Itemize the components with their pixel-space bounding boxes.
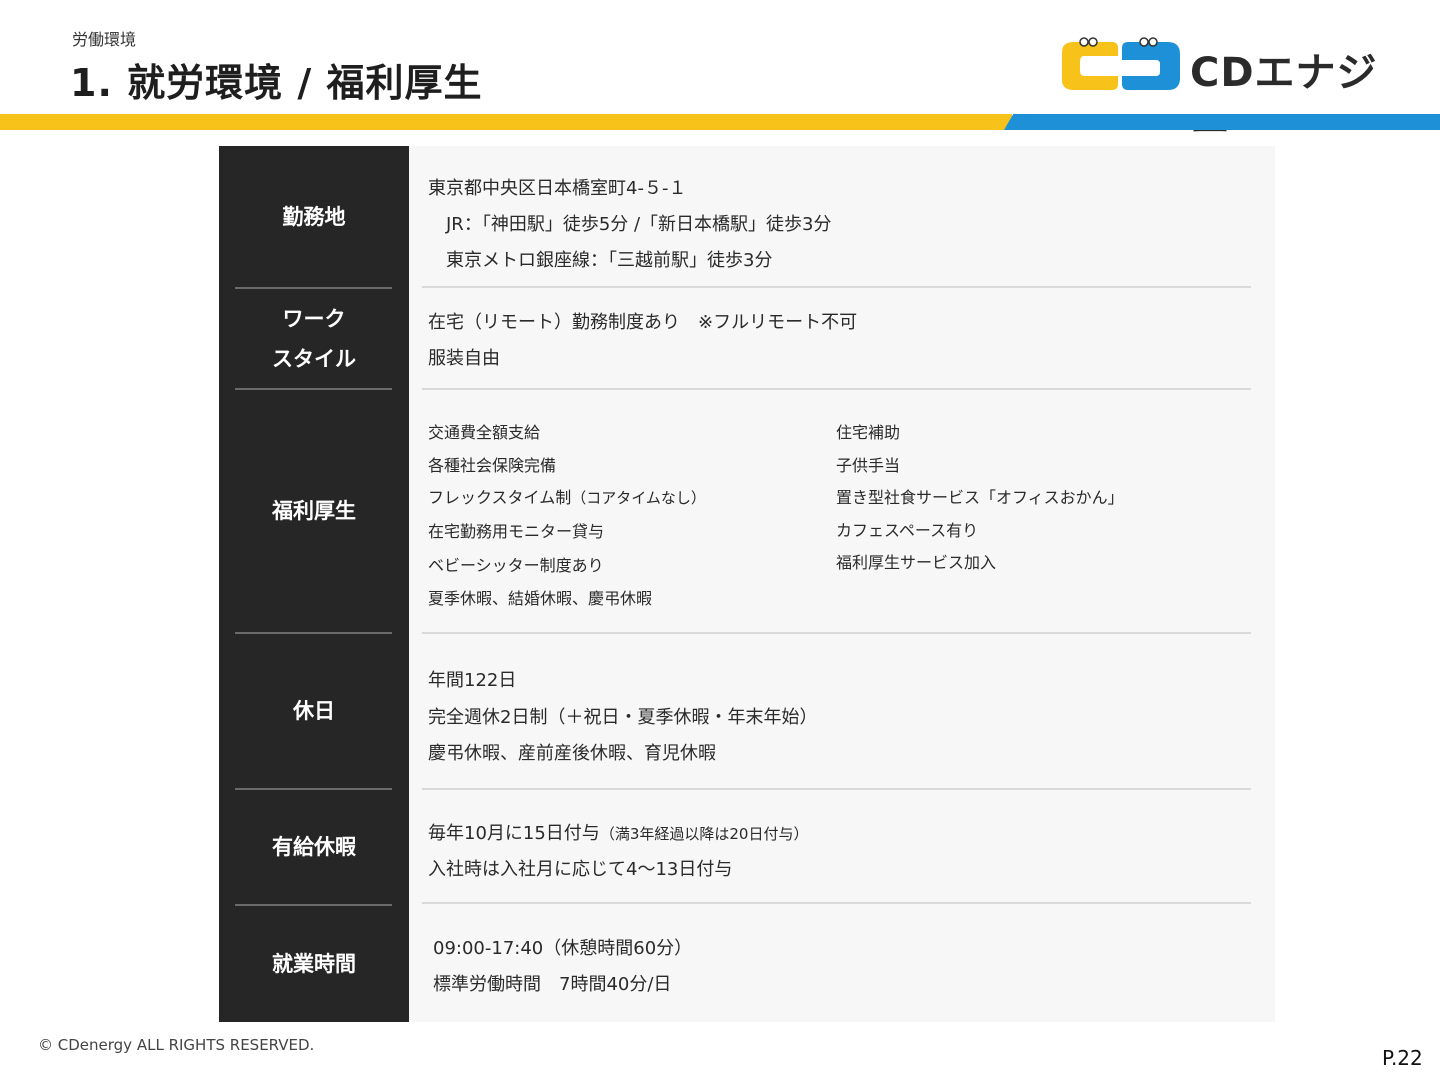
row-divider bbox=[422, 632, 1251, 634]
section-label: 労働環境 bbox=[72, 30, 137, 49]
benefit-item-flex: フレックスタイム制（コアタイムなし） bbox=[428, 484, 706, 508]
paid-leave-entry: 入社時は入社月に応じて4〜13日付与 bbox=[428, 859, 733, 880]
benefit-item: 置き型社食サービス「オフィスおかん」 bbox=[836, 488, 1124, 507]
logo-mark-icon bbox=[1062, 37, 1180, 90]
working-hours-standard: 標準労働時間 7時間40分/日 bbox=[433, 974, 672, 995]
row-divider bbox=[422, 902, 1251, 904]
location-jr: JR：「神田駅」徒歩5分 /「新日本橋駅」徒歩3分 bbox=[428, 214, 832, 235]
info-table: 勤務地 東京都中央区日本橋室町4-５-１ JR：「神田駅」徒歩5分 /「新日本橋… bbox=[219, 146, 1275, 1022]
row-label-working-hours: 就業時間 bbox=[219, 906, 409, 1022]
holidays-special: 慶弔休暇、産前産後休暇、育児休暇 bbox=[428, 743, 716, 764]
copyright: © CDenergy ALL RIGHTS RESERVED. bbox=[38, 1036, 315, 1054]
benefit-item: 子供手当 bbox=[836, 456, 901, 475]
holidays-weekly: 完全週休2日制（＋祝日・夏季休暇・年末年始） bbox=[428, 707, 818, 728]
row-divider bbox=[422, 388, 1251, 390]
paid-leave-note: （満3年経過以降は20日付与） bbox=[599, 825, 809, 843]
benefit-item: 各種社会保険完備 bbox=[428, 456, 557, 475]
row-label-text: スタイル bbox=[272, 347, 356, 371]
row-label-holidays: 休日 bbox=[219, 634, 409, 788]
benefit-item: 交通費全額支給 bbox=[428, 423, 541, 442]
benefit-item: 福利厚生サービス加入 bbox=[836, 553, 997, 572]
working-hours-time: 09:00-17:40（休憩時間60分） bbox=[433, 938, 693, 959]
holidays-annual: 年間122日 bbox=[428, 670, 517, 691]
page-number: P.22 bbox=[1382, 1046, 1423, 1070]
paid-leave-grant: 毎年10月に15日付与（満3年経過以降は20日付与） bbox=[428, 819, 808, 845]
row-label-benefits: 福利厚生 bbox=[219, 390, 409, 632]
row-divider bbox=[422, 286, 1251, 288]
benefit-item-text: フレックスタイム制 bbox=[428, 488, 572, 507]
location-address: 東京都中央区日本橋室町4-５-１ bbox=[428, 178, 687, 199]
benefit-item: ベビーシッター制度あり bbox=[428, 556, 604, 575]
row-label-location: 勤務地 bbox=[219, 146, 409, 288]
page-title: 1. 就労環境 / 福利厚生 bbox=[70, 61, 483, 105]
benefit-note: （コアタイムなし） bbox=[571, 489, 706, 507]
row-label-text: 勤務地 bbox=[282, 205, 346, 229]
cd-energy-logo: CDエナジー bbox=[1056, 34, 1406, 154]
location-metro: 東京メトロ銀座線：「三越前駅」徒歩3分 bbox=[428, 250, 773, 271]
row-divider bbox=[422, 788, 1251, 790]
paid-leave-text: 毎年10月に15日付与 bbox=[428, 823, 600, 844]
benefit-item: カフェスペース有り bbox=[836, 521, 979, 540]
workstyle-dress: 服装自由 bbox=[428, 348, 500, 369]
row-label-text: ワーク bbox=[282, 307, 346, 331]
row-label-text: 福利厚生 bbox=[272, 499, 356, 523]
benefit-item: 在宅勤務用モニター貸与 bbox=[428, 522, 605, 541]
row-label-workstyle: ワーク スタイル bbox=[219, 288, 409, 390]
row-label-text: 就業時間 bbox=[272, 952, 356, 976]
workstyle-remote: 在宅（リモート）勤務制度あり ※フルリモート不可 bbox=[428, 312, 858, 333]
benefit-item: 住宅補助 bbox=[836, 423, 901, 442]
logo-text: CDエナジー bbox=[1190, 50, 1378, 154]
row-label-paid-leave: 有給休暇 bbox=[219, 790, 409, 904]
benefit-item: 夏季休暇、結婚休暇、慶弔休暇 bbox=[428, 589, 653, 608]
row-label-text: 有給休暇 bbox=[272, 835, 356, 859]
row-label-text: 休日 bbox=[293, 699, 335, 723]
header-stripe-blue-edge bbox=[1004, 114, 1440, 130]
header-stripe-yellow bbox=[0, 114, 1012, 130]
